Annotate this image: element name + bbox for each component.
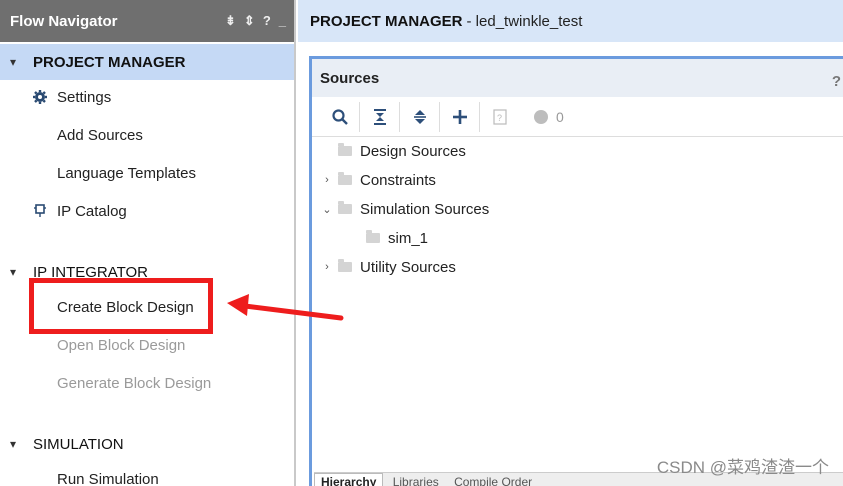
sources-toolbar: ? 0 <box>312 97 843 137</box>
sources-title: Sources <box>320 69 380 87</box>
collapse-all-icon[interactable]: ⇟ <box>225 13 236 29</box>
project-manager-header: PROJECT MANAGER - led_twinkle_test <box>298 0 843 42</box>
sort-icon[interactable]: ⇕ <box>244 13 255 29</box>
help-icon[interactable]: ? <box>832 73 841 90</box>
flow-navigator-header: Flow Navigator ⇟ ⇕ ? _ <box>0 0 294 42</box>
tree-item-sim-1[interactable]: sim_1 <box>348 227 428 249</box>
chevron-down-icon[interactable]: ▾ <box>10 437 24 451</box>
tree-item-label: Utility Sources <box>360 258 456 276</box>
nav-item-language-templates[interactable]: Language Templates <box>57 164 196 184</box>
tree-item-constraints[interactable]: › Constraints <box>320 169 436 191</box>
chevron-down-icon[interactable]: ▾ <box>10 265 24 279</box>
status-count-value: 0 <box>556 108 564 125</box>
nav-item-settings[interactable]: Settings <box>57 88 111 108</box>
chevron-down-icon[interactable]: ▾ <box>10 55 24 69</box>
status-dot-icon <box>534 109 548 124</box>
tree-item-design-sources[interactable]: Design Sources <box>320 140 466 162</box>
flow-navigator-title: Flow Navigator <box>10 12 118 30</box>
flow-navigator-panel: Flow Navigator ⇟ ⇕ ? _ ▾ PROJECT MANAGER… <box>0 0 296 486</box>
nav-item-add-sources[interactable]: Add Sources <box>57 126 143 146</box>
minimize-icon[interactable]: _ <box>279 13 286 29</box>
folder-icon <box>338 143 352 156</box>
nav-item-ip-catalog[interactable]: IP Catalog <box>57 202 127 222</box>
project-name: - led_twinkle_test <box>466 12 583 30</box>
gear-icon <box>33 90 47 104</box>
nav-item-open-block-design: Open Block Design <box>57 337 186 354</box>
add-icon[interactable] <box>440 101 480 132</box>
nav-item-generate-block-design: Generate Block Design <box>57 375 212 392</box>
tree-item-label: Design Sources <box>360 142 466 160</box>
annotation-highlight-box <box>29 278 213 334</box>
section-label: SIMULATION <box>33 435 124 453</box>
search-icon[interactable] <box>320 101 360 132</box>
folder-icon <box>338 259 352 272</box>
status-count: 0 <box>534 109 564 125</box>
tab-hierarchy[interactable]: Hierarchy <box>314 473 384 486</box>
section-label: PROJECT MANAGER <box>33 53 186 71</box>
collapse-all-icon[interactable] <box>360 101 400 132</box>
folder-icon <box>338 172 352 185</box>
annotation-arrow <box>227 294 344 321</box>
folder-icon <box>366 230 380 243</box>
tree-item-label: sim_1 <box>388 229 429 247</box>
chevron-right-icon[interactable]: › <box>320 174 334 186</box>
page-title: PROJECT MANAGER <box>310 12 463 30</box>
tab-libraries[interactable]: Libraries <box>387 474 445 486</box>
svg-text:?: ? <box>497 113 502 123</box>
properties-icon[interactable]: ? <box>480 102 520 132</box>
expand-all-icon[interactable] <box>400 101 440 132</box>
tree-item-simulation-sources[interactable]: ⌄ Simulation Sources <box>320 198 489 220</box>
watermark: CSDN @菜鸡渣渣一个 <box>656 458 829 477</box>
chevron-down-icon[interactable]: ⌄ <box>320 203 334 216</box>
sources-title-bar: Sources <box>312 59 843 97</box>
help-icon[interactable]: ? <box>263 13 271 29</box>
tab-compile-order[interactable]: Compile Order <box>448 474 538 486</box>
tree-item-utility-sources[interactable]: › Utility Sources <box>320 256 456 278</box>
section-project-manager[interactable]: ▾ PROJECT MANAGER <box>0 44 294 80</box>
chevron-right-icon[interactable]: › <box>320 261 334 273</box>
tree-item-label: Constraints <box>360 171 436 189</box>
ip-catalog-icon <box>34 204 46 217</box>
nav-item-run-simulation[interactable]: Run Simulation <box>57 470 159 486</box>
section-simulation[interactable]: ▾ SIMULATION <box>0 426 294 462</box>
folder-icon <box>338 201 352 214</box>
tree-item-label: Simulation Sources <box>360 200 490 218</box>
